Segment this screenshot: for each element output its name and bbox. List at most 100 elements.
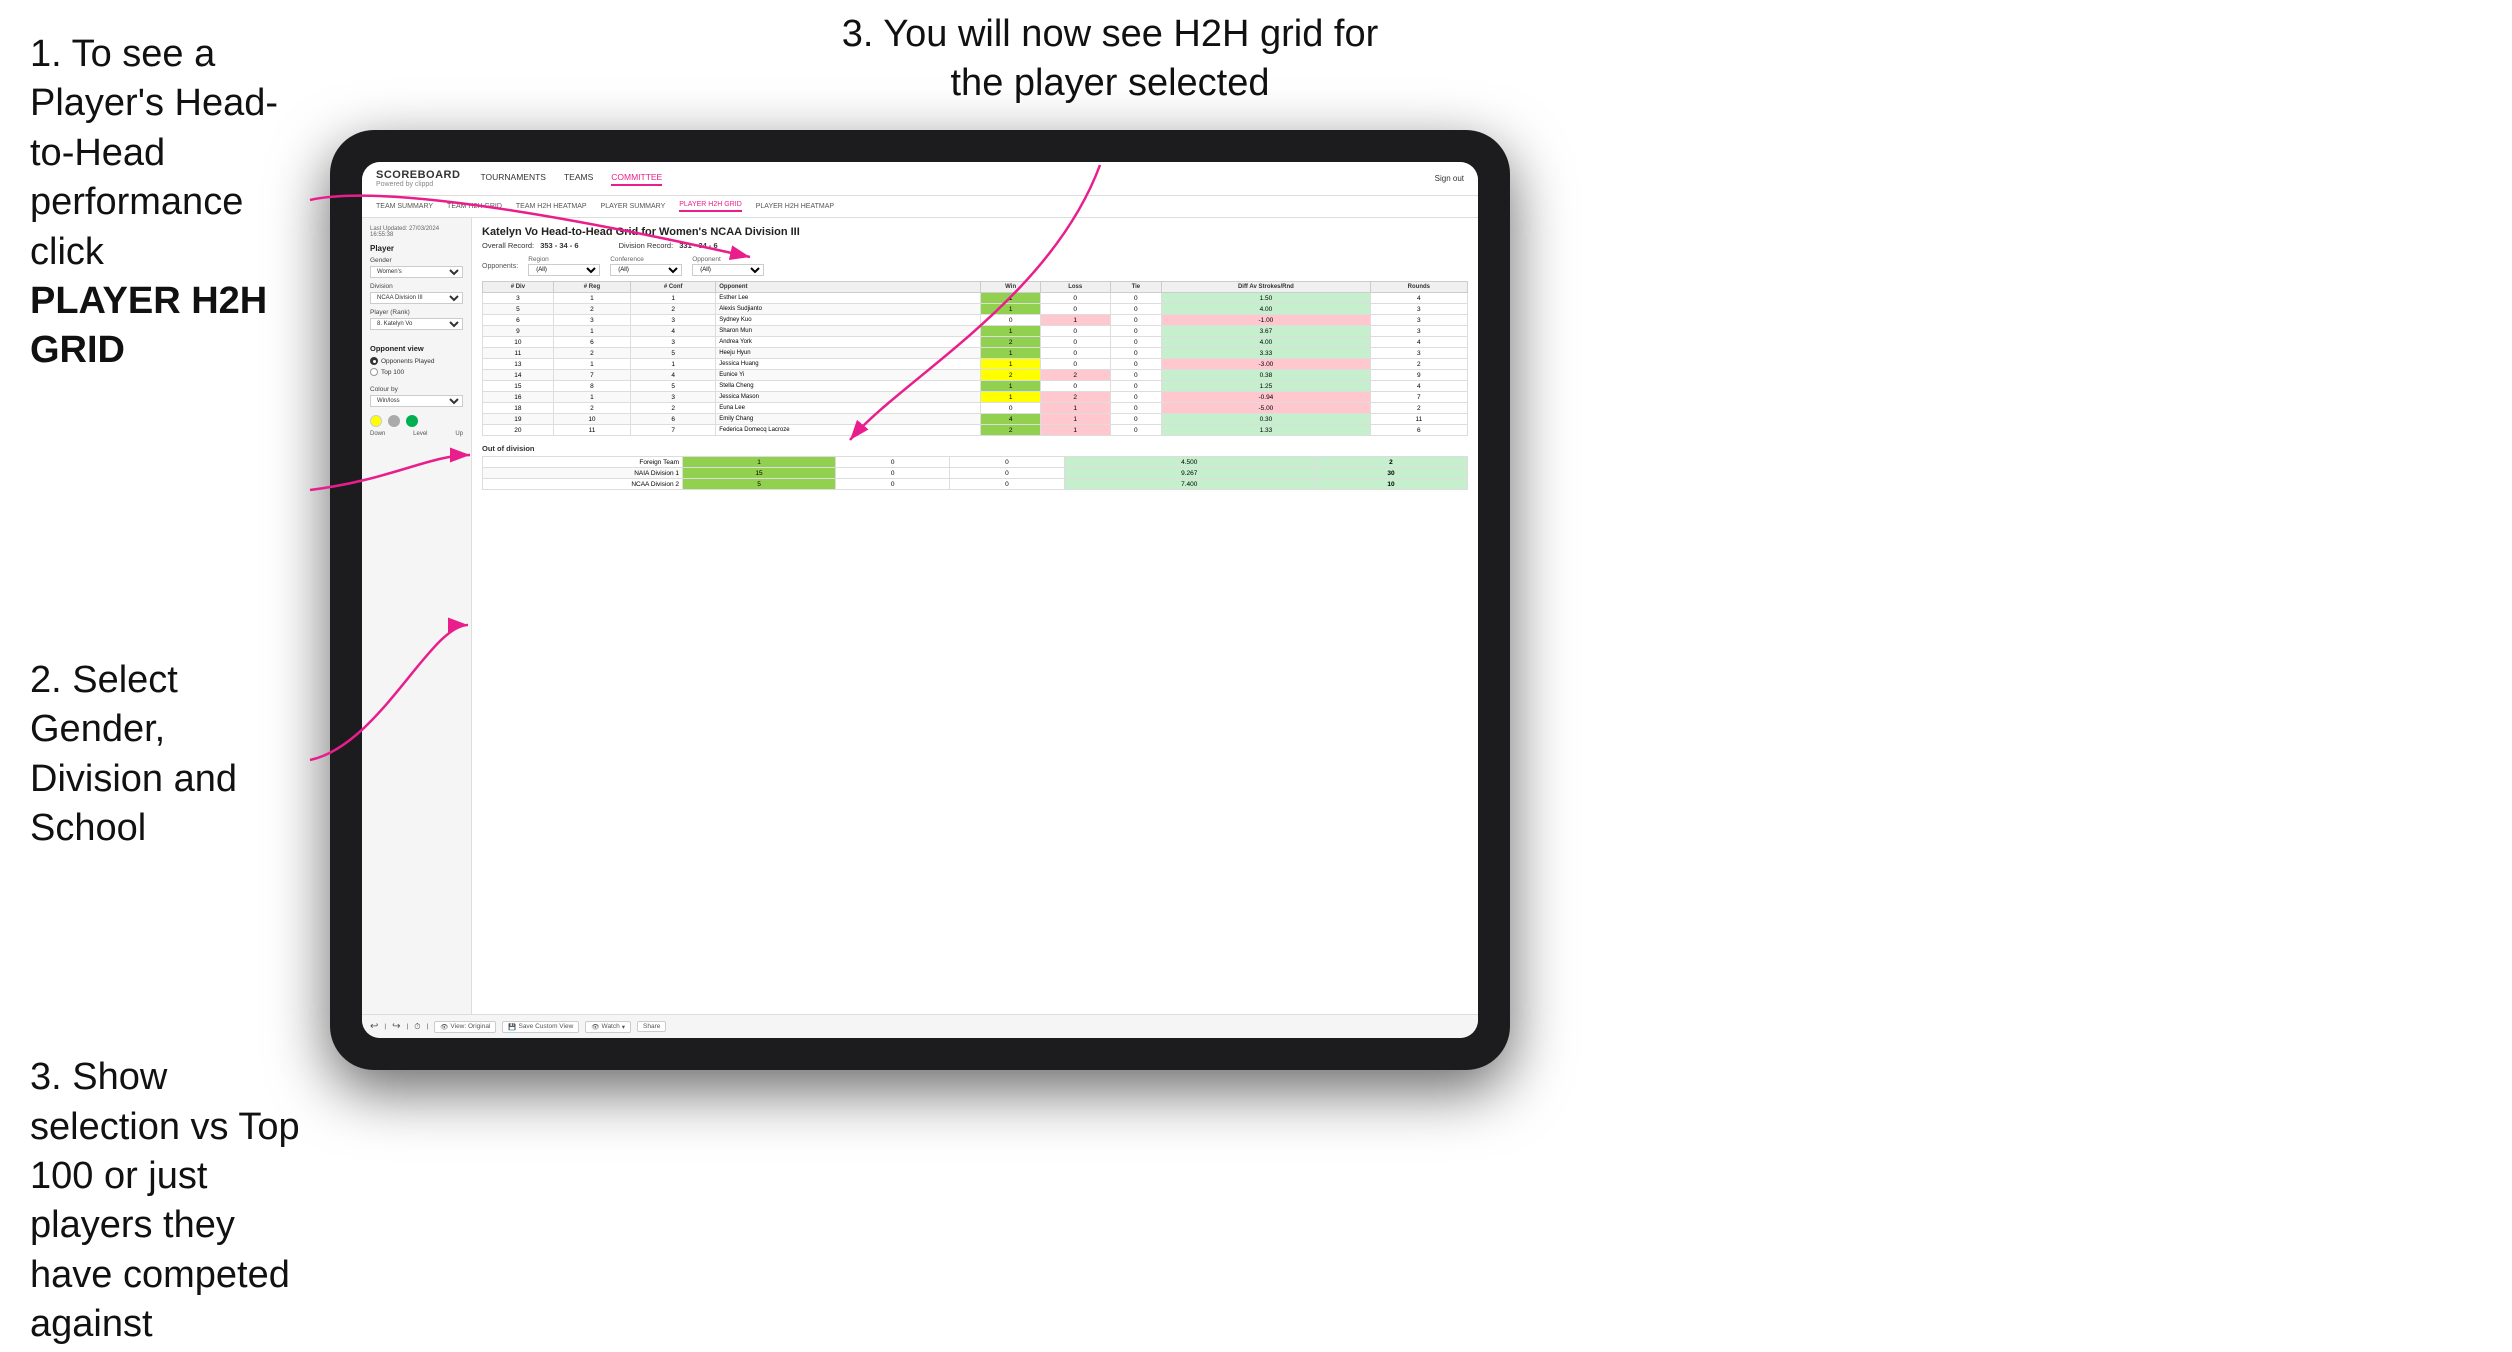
cell-win: 1 (981, 381, 1041, 392)
cell-div: 20 (483, 425, 554, 436)
cell-div: 9 (483, 326, 554, 337)
undo-btn[interactable]: ↩ (370, 1021, 378, 1032)
sub-nav-team-summary[interactable]: TEAM SUMMARY (376, 203, 433, 210)
ood-cell-win: 1 (683, 457, 836, 468)
cell-div: 14 (483, 370, 554, 381)
cell-loss: 0 (1040, 337, 1110, 348)
out-of-division-label: Out of division (482, 444, 1468, 453)
cell-reg: 1 (553, 326, 630, 337)
cell-tie: 0 (1110, 359, 1162, 370)
bottom-toolbar: ↩ | ↪ | ⏱ | 👁 View: Original 💾 Save Cust… (362, 1014, 1478, 1038)
cell-reg: 8 (553, 381, 630, 392)
cell-name: Eunice Yi (716, 370, 981, 381)
h2h-title: Katelyn Vo Head-to-Head Grid for Women's… (482, 226, 1468, 238)
cell-loss: 0 (1040, 304, 1110, 315)
history-btn[interactable]: ⏱ (414, 1022, 420, 1032)
ood-cell-tie: 0 (950, 457, 1064, 468)
cell-tie: 0 (1110, 337, 1162, 348)
ood-cell-tie: 0 (950, 479, 1064, 490)
opponent-select[interactable]: (All) (692, 264, 764, 276)
cell-name: Stella Cheng (716, 381, 981, 392)
cell-div: 16 (483, 392, 554, 403)
cell-rounds: 4 (1370, 293, 1467, 304)
ood-cell-name: NAIA Division 1 (483, 468, 683, 479)
cell-div: 11 (483, 348, 554, 359)
sep2: | (406, 1023, 408, 1030)
opponents-played-radio[interactable]: Opponents Played (370, 357, 463, 365)
cell-rounds: 11 (1370, 414, 1467, 425)
col-conf: # Conf (631, 282, 716, 293)
region-select[interactable]: (All) (528, 264, 600, 276)
top-nav: SCOREBOARD Powered by clippd TOURNAMENTS… (362, 162, 1478, 196)
opponents-filter-label: Opponents: (482, 263, 518, 270)
ood-cell-rounds: 30 (1314, 468, 1467, 479)
share-btn[interactable]: Share (637, 1021, 666, 1032)
cell-tie: 0 (1110, 381, 1162, 392)
cell-name: Jessica Mason (716, 392, 981, 403)
cell-rounds: 2 (1370, 403, 1467, 414)
conference-select[interactable]: (All) (610, 264, 682, 276)
sub-nav-team-h2h[interactable]: TEAM H2H GRID (447, 203, 502, 210)
instruction-step3-right: 3. You will now see H2H grid for the pla… (820, 10, 1400, 109)
sub-nav-team-heatmap[interactable]: TEAM H2H HEATMAP (516, 203, 587, 210)
nav-link-committee[interactable]: COMMITTEE (611, 172, 662, 186)
division-select[interactable]: NCAA Division III (370, 292, 463, 304)
cell-rounds: 6 (1370, 425, 1467, 436)
view-original-btn[interactable]: 👁 View: Original (434, 1021, 496, 1033)
ood-cell-diff: 7.400 (1064, 479, 1314, 490)
cell-conf: 3 (631, 392, 716, 403)
cell-diff: 3.33 (1162, 348, 1371, 359)
cell-name: Emily Chang (716, 414, 981, 425)
nav-sign-out[interactable]: Sign out (1435, 174, 1464, 183)
cell-loss: 0 (1040, 326, 1110, 337)
cell-reg: 10 (553, 414, 630, 425)
ood-cell-name: Foreign Team (483, 457, 683, 468)
redo-btn[interactable]: ↪ (392, 1021, 400, 1032)
sub-nav-player-h2h[interactable]: PLAYER H2H GRID (679, 201, 742, 212)
cell-tie: 0 (1110, 392, 1162, 403)
cell-win: 1 (981, 304, 1041, 315)
cell-win: 1 (981, 359, 1041, 370)
cell-div: 5 (483, 304, 554, 315)
cell-win: 1 (981, 326, 1041, 337)
cell-tie: 0 (1110, 414, 1162, 425)
logo-text: SCOREBOARD (376, 169, 460, 181)
cell-reg: 1 (553, 392, 630, 403)
sub-nav-player-heatmap[interactable]: PLAYER H2H HEATMAP (756, 203, 834, 210)
cell-diff: 1.50 (1162, 293, 1371, 304)
h2h-table: # Div # Reg # Conf Opponent Win Loss Tie… (482, 281, 1468, 436)
cell-tie: 0 (1110, 315, 1162, 326)
gender-select[interactable]: Women's (370, 266, 463, 278)
cell-tie: 0 (1110, 403, 1162, 414)
cell-div: 18 (483, 403, 554, 414)
cell-loss: 2 (1040, 392, 1110, 403)
colour-labels: Down Level Up (370, 431, 463, 437)
ood-cell-tie: 0 (950, 468, 1064, 479)
opponent-view-section: Opponent view Opponents Played Top 100 (370, 344, 463, 376)
cell-rounds: 3 (1370, 315, 1467, 326)
colour-by-select[interactable]: Win/loss (370, 395, 463, 407)
watch-btn[interactable]: 👁 Watch ▾ (585, 1021, 631, 1033)
nav-link-tournaments[interactable]: TOURNAMENTS (480, 172, 546, 186)
body-area: Last Updated: 27/03/2024 16:55:38 Player… (362, 218, 1478, 1014)
ood-cell-win: 5 (683, 479, 836, 490)
player-rank-label: Player (Rank) (370, 309, 463, 316)
top-100-radio[interactable]: Top 100 (370, 368, 463, 376)
ood-cell-diff: 4.500 (1064, 457, 1314, 468)
cell-loss: 1 (1040, 315, 1110, 326)
sub-nav-player-summary[interactable]: PLAYER SUMMARY (601, 203, 666, 210)
cell-diff: 0.30 (1162, 414, 1371, 425)
cell-name: Esther Lee (716, 293, 981, 304)
col-div: # Div (483, 282, 554, 293)
cell-reg: 2 (553, 304, 630, 315)
save-custom-btn[interactable]: 💾 Save Custom View (502, 1021, 579, 1033)
cell-win: 4 (981, 414, 1041, 425)
down-dot (370, 415, 382, 427)
cell-reg: 6 (553, 337, 630, 348)
cell-name: Andrea York (716, 337, 981, 348)
nav-link-teams[interactable]: TEAMS (564, 172, 593, 186)
cell-rounds: 7 (1370, 392, 1467, 403)
ood-cell-loss: 0 (836, 457, 950, 468)
filter-row: Opponents: Region (All) Conference (All) (482, 256, 1468, 276)
player-select[interactable]: 8. Katelyn Vo (370, 318, 463, 330)
